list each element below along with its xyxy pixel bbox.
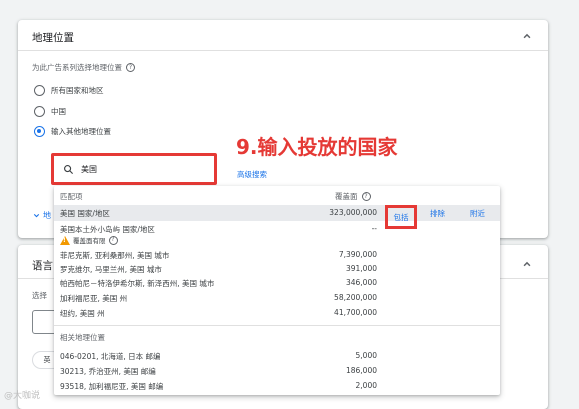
result-reach: --	[371, 224, 377, 233]
result-name: 纽约, 美国 州	[60, 309, 105, 318]
help-icon[interactable]: ?	[126, 63, 135, 72]
exclude-button[interactable]: 排除	[430, 208, 445, 219]
col-match-label: 匹配项	[60, 192, 83, 201]
result-name: 帕西帕尼－特洛伊希尔斯, 新泽西州, 美国 城市	[60, 279, 215, 288]
limited-reach-warning: 覆盖面有限 ?	[60, 235, 118, 245]
result-row[interactable]: 美国本土外小岛屿 国家/地区 -- 覆盖面有限 ?	[54, 221, 500, 247]
geo-card-title: 地理位置	[32, 32, 74, 44]
language-card-title: 语言	[32, 260, 53, 272]
results-divider	[54, 325, 500, 326]
expand-link-text: 地	[43, 211, 51, 220]
annotation-text: 9.输入投放的国家	[236, 135, 398, 159]
col-reach-label: 覆盖面	[335, 192, 358, 201]
chevron-up-icon[interactable]	[520, 29, 534, 43]
result-name: 046-0201, 北海道, 日本 邮编	[60, 352, 161, 361]
search-results-dropdown: 匹配项 覆盖面 ? 美国 国家/地区 323,000,000 包括 排除 附近 …	[54, 186, 500, 395]
result-name: 美国 国家/地区	[60, 209, 110, 218]
related-row[interactable]: 93518, 加利福尼亚, 美国 邮编 2,000	[54, 378, 500, 392]
col-reach: 覆盖面 ?	[335, 191, 371, 202]
radio-icon[interactable]	[34, 85, 45, 96]
chevron-down-icon	[33, 213, 40, 218]
search-value: 美国	[81, 164, 97, 174]
chevron-up-icon[interactable]	[520, 257, 534, 271]
radio-china[interactable]: 中国	[34, 106, 66, 117]
advanced-search-link[interactable]: 高级搜索	[237, 169, 267, 180]
result-row[interactable]: 菲尼克斯, 亚利桑那州, 美国 城市 7,390,000	[54, 247, 500, 261]
radio-icon[interactable]	[34, 106, 45, 117]
location-search-input[interactable]: 美国	[51, 153, 217, 185]
result-row[interactable]: 罗克维尔, 马里兰州, 美国 城市 391,000	[54, 261, 500, 275]
radio-all-countries[interactable]: 所有国家和地区	[34, 85, 104, 96]
nearby-button[interactable]: 附近	[470, 208, 485, 219]
result-name: 美国本土外小岛屿 国家/地区	[60, 225, 155, 234]
result-name: 罗克维尔, 马里兰州, 美国 城市	[60, 265, 162, 274]
radio-label: 输入其他地理位置	[51, 127, 111, 136]
watermark: @大咖说	[4, 391, 41, 401]
help-icon[interactable]: ?	[361, 192, 371, 201]
related-row[interactable]: 30213, 乔治亚州, 美国 邮编 186,000	[54, 363, 500, 377]
warning-text: 覆盖面有限	[73, 237, 106, 245]
result-name: 93518, 加利福尼亚, 美国 邮编	[60, 382, 164, 391]
result-row[interactable]: 加利福尼亚, 美国 州 58,200,000	[54, 290, 500, 304]
related-locations-title: 相关地理位置	[60, 333, 105, 342]
result-reach: 391,000	[345, 264, 377, 273]
result-reach: 41,700,000	[334, 308, 377, 317]
radio-selected-icon[interactable]	[34, 126, 45, 137]
result-row[interactable]: 纽约, 美国 州 41,700,000	[54, 305, 500, 319]
result-name: 菲尼克斯, 亚利桑那州, 美国 城市	[60, 251, 170, 260]
radio-other-location[interactable]: 输入其他地理位置	[34, 126, 111, 137]
geo-prompt-text: 为此广告系列选择地理位置	[32, 63, 122, 72]
result-row[interactable]: 美国 国家/地区 323,000,000 包括 排除 附近	[54, 205, 500, 229]
result-name: 30213, 乔治亚州, 美国 邮编	[60, 367, 156, 376]
search-icon	[64, 164, 74, 174]
result-reach: 58,200,000	[334, 293, 377, 302]
result-row[interactable]: 帕西帕尼－特洛伊希尔斯, 新泽西州, 美国 城市 346,000	[54, 275, 500, 289]
result-reach: 7,390,000	[338, 250, 377, 259]
result-reach: 186,000	[345, 366, 377, 375]
result-reach: 2,000	[355, 381, 377, 390]
language-chip-label: 英	[43, 356, 51, 364]
geo-divider	[18, 50, 548, 51]
radio-label: 中国	[51, 107, 66, 116]
expand-link[interactable]: 地	[32, 210, 51, 221]
result-name: 加利福尼亚, 美国 州	[60, 294, 128, 303]
geo-prompt: 为此广告系列选择地理位置 ?	[32, 62, 135, 73]
radio-label: 所有国家和地区	[51, 86, 104, 95]
related-row[interactable]: 046-0201, 北海道, 日本 邮编 5,000	[54, 348, 500, 362]
language-prompt: 选择	[32, 291, 47, 300]
result-reach: 346,000	[345, 278, 377, 287]
result-reach: 5,000	[355, 351, 377, 360]
results-header: 匹配项 覆盖面 ?	[54, 186, 500, 204]
help-icon[interactable]: ?	[108, 235, 118, 245]
warning-icon	[60, 235, 70, 245]
result-reach: 323,000,000	[329, 208, 377, 217]
